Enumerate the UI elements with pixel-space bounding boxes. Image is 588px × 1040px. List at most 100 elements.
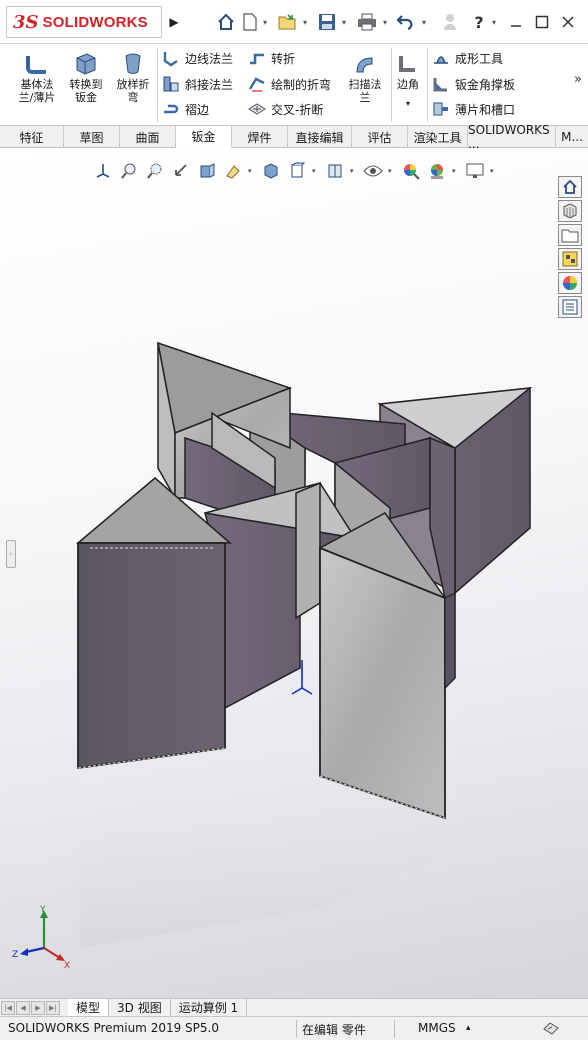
cross-break-button[interactable]: 交叉-折断 (248, 98, 323, 120)
expand-menu-arrow-icon[interactable]: ▶ (166, 12, 182, 32)
help-dropdown-icon[interactable]: ▾ (490, 10, 498, 34)
next-tab-icon[interactable]: ▶ (31, 1000, 45, 1015)
section-view-icon[interactable] (196, 161, 218, 181)
home-icon[interactable] (214, 10, 238, 34)
hem-button[interactable]: 褶边 (162, 98, 209, 120)
tab-motion-study[interactable]: 运动算例 1 (171, 998, 248, 1017)
title-bar: 3S SOLIDWORKS ▶ ▾ ▾ ▾ ▾ ▾ ? ▾ (0, 0, 588, 44)
tab-direct-editing[interactable]: 直接编辑 (288, 126, 352, 148)
new-document-icon[interactable] (240, 10, 260, 34)
unit-system[interactable]: MMGS (418, 1021, 456, 1035)
undo-icon[interactable] (394, 10, 418, 34)
sketched-bend-button[interactable]: 绘制的折弯 (248, 73, 331, 95)
display-style-icon[interactable] (260, 161, 282, 181)
tab-and-slot-icon (433, 102, 448, 116)
feature-manager-collapse-handle[interactable]: ◦ (6, 540, 16, 568)
sheet-metal-model[interactable] (0, 148, 588, 998)
lofted-bend-label: 放样折 弯 (116, 78, 150, 104)
miter-flange-button[interactable]: 斜接法兰 (162, 73, 233, 95)
solidworks-resources-icon[interactable] (558, 176, 582, 198)
tab-features[interactable]: 特征 (0, 126, 64, 148)
minimize-icon[interactable] (504, 10, 528, 34)
eye-dropdown-icon[interactable]: ▾ (388, 167, 396, 175)
first-tab-icon[interactable]: |◀ (1, 1000, 15, 1015)
view-orientation-icon[interactable] (92, 161, 114, 181)
custom-properties-icon[interactable] (558, 296, 582, 318)
edit-appearance-icon[interactable] (400, 161, 422, 181)
tab-model[interactable]: 模型 (68, 998, 110, 1017)
customize-status-icon[interactable] (542, 1020, 560, 1039)
task-pane-tabs (558, 176, 582, 318)
annotation-dropdown-icon[interactable]: ▾ (248, 167, 256, 175)
sheet-metal-gusset-button[interactable]: 钣金角撑板 (432, 73, 515, 95)
tab-surfaces[interactable]: 曲面 (120, 126, 176, 148)
help-icon[interactable]: ? (470, 10, 488, 34)
save-dropdown-icon[interactable]: ▾ (340, 10, 348, 34)
corner-button[interactable]: 边角 ▾ (392, 50, 424, 120)
view-settings-dropdown-icon[interactable]: ▾ (490, 167, 498, 175)
close-icon[interactable] (556, 10, 580, 34)
sketched-bend-label: 绘制的折弯 (271, 77, 332, 92)
hide-show-icon[interactable] (324, 161, 346, 181)
jog-button[interactable]: 转折 (248, 47, 295, 69)
open-icon[interactable] (277, 10, 299, 34)
command-manager-tabs: 特征 草图 曲面 钣金 焊件 直接编辑 评估 渲染工具 SOLIDWORKS .… (0, 123, 588, 151)
maximize-icon[interactable] (530, 10, 554, 34)
swept-flange-button[interactable]: 扫描法 兰 (342, 50, 388, 120)
view-settings-icon[interactable] (464, 161, 486, 181)
undo-dropdown-icon[interactable]: ▾ (420, 10, 428, 34)
ribbon-overflow-icon[interactable]: » (574, 72, 582, 87)
tab-weldments[interactable]: 焊件 (232, 126, 288, 148)
base-flange-button[interactable]: 基体法 兰/薄片 (14, 50, 60, 120)
tab-and-slot-button[interactable]: 薄片和槽口 (432, 98, 515, 120)
print-icon[interactable] (355, 10, 379, 34)
corner-icon (399, 56, 415, 72)
zoom-to-fit-icon[interactable] (118, 161, 140, 181)
units-dropdown-icon[interactable]: ▴ (466, 1023, 471, 1033)
scene-dropdown-icon[interactable]: ▾ (452, 167, 460, 175)
last-tab-icon[interactable]: ▶| (46, 1000, 60, 1015)
base-flange-icon (26, 56, 46, 74)
command-manager-ribbon: 基体法 兰/薄片 转换到 钣金 放样折 弯 边线法兰 斜接法兰 褶边 转折 绘制… (0, 44, 588, 126)
graphics-area[interactable]: ▾ ▾ ▾ ▾ ▾ ▾ ◦ Y X Z (0, 148, 588, 998)
file-explorer-icon[interactable] (558, 224, 582, 246)
appearances-icon[interactable] (558, 272, 582, 294)
lofted-bend-icon (125, 53, 141, 74)
status-bar: SOLIDWORKS Premium 2019 SP5.0 在编辑 零件 MMG… (0, 1016, 588, 1040)
previous-view-icon[interactable] (170, 161, 192, 181)
print-dropdown-icon[interactable]: ▾ (381, 10, 389, 34)
eye-icon[interactable] (362, 161, 384, 181)
apply-scene-icon[interactable] (426, 161, 448, 181)
new-dropdown-icon[interactable]: ▾ (261, 10, 269, 34)
save-icon[interactable] (316, 10, 338, 34)
tab-solidworks-addins[interactable]: SOLIDWORKS ... (468, 123, 556, 151)
tab-sheet-metal[interactable]: 钣金 (176, 126, 232, 148)
hidden-lines-icon[interactable] (286, 161, 308, 181)
zoom-to-area-icon[interactable] (144, 161, 166, 181)
sheet-metal-gusset-icon (433, 78, 447, 92)
hide-show-dropdown-icon[interactable]: ▾ (350, 167, 358, 175)
cross-break-label: 交叉-折断 (271, 102, 324, 117)
tab-evaluate[interactable]: 评估 (352, 126, 408, 148)
swept-flange-label: 扫描法 兰 (348, 78, 382, 104)
model-face (77, 542, 226, 770)
lofted-bend-button[interactable]: 放样折 弯 (110, 50, 156, 120)
view-palette-icon[interactable] (558, 248, 582, 270)
dynamic-annotation-icon[interactable] (222, 161, 244, 181)
convert-to-sheet-metal-button[interactable]: 转换到 钣金 (63, 50, 109, 120)
corner-dropdown-icon[interactable]: ▾ (406, 99, 410, 108)
tab-more[interactable]: M... (556, 126, 588, 148)
corner-label: 边角 (397, 78, 419, 91)
heads-up-view-toolbar: ▾ ▾ ▾ ▾ ▾ ▾ (92, 160, 498, 182)
solidworks-logo[interactable]: 3S SOLIDWORKS (6, 6, 162, 38)
display-dropdown-icon[interactable]: ▾ (312, 167, 320, 175)
user-icon[interactable] (440, 10, 460, 34)
open-dropdown-icon[interactable]: ▾ (301, 10, 309, 34)
tab-sketch[interactable]: 草图 (64, 126, 120, 148)
tab-render-tools[interactable]: 渲染工具 (408, 126, 468, 148)
prev-tab-icon[interactable]: ◀ (16, 1000, 30, 1015)
edge-flange-button[interactable]: 边线法兰 (162, 47, 233, 69)
forming-tool-button[interactable]: 成形工具 (432, 47, 503, 69)
tab-3d-views[interactable]: 3D 视图 (109, 998, 171, 1017)
design-library-icon[interactable] (558, 200, 582, 222)
